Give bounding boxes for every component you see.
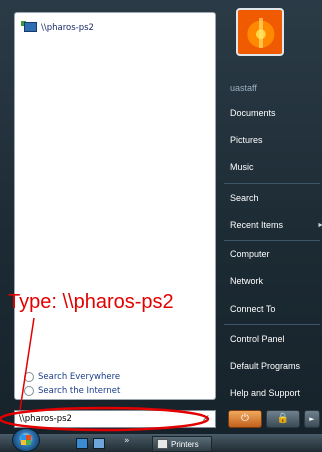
- start-search-box: ×: [14, 410, 216, 428]
- menu-item-recent-items-label: Recent Items: [230, 220, 284, 230]
- search-result-item[interactable]: \\pharos-ps2: [21, 19, 209, 37]
- menu-item-help-support[interactable]: Help and Support: [230, 383, 320, 403]
- separator: [224, 324, 320, 325]
- search-icon: [24, 386, 34, 396]
- menu-item-control-panel[interactable]: Control Panel: [230, 329, 320, 349]
- menu-item-network[interactable]: Network: [230, 271, 320, 291]
- start-button[interactable]: [12, 428, 40, 452]
- lock-button[interactable]: 🔒: [266, 410, 300, 428]
- search-icon: [24, 372, 34, 382]
- user-avatar[interactable]: [236, 8, 284, 56]
- taskbar-item-printers[interactable]: Printers: [152, 436, 212, 452]
- network-printer-icon: [21, 21, 37, 35]
- user-name-link[interactable]: uastaff: [230, 78, 320, 98]
- start-search-input[interactable]: [19, 412, 195, 426]
- show-desktop-icon[interactable]: [76, 438, 88, 449]
- start-menu: \\pharos-ps2 Search Everywhere Search th…: [0, 0, 322, 452]
- power-button[interactable]: ⏻: [228, 410, 262, 428]
- search-links: Search Everywhere Search the Internet: [24, 370, 120, 398]
- search-everywhere-label: Search Everywhere: [38, 372, 121, 382]
- printers-icon: [157, 439, 168, 449]
- menu-item-default-programs[interactable]: Default Programs: [230, 356, 320, 376]
- separator: [224, 240, 320, 241]
- search-internet-link[interactable]: Search the Internet: [24, 384, 120, 398]
- menu-item-connect-to[interactable]: Connect To: [230, 299, 320, 319]
- search-result-label: \\pharos-ps2: [41, 23, 94, 33]
- menu-item-recent-items[interactable]: Recent Items ►: [230, 215, 322, 235]
- menu-item-computer[interactable]: Computer: [230, 244, 320, 264]
- windows-logo-icon: [21, 435, 31, 445]
- search-everywhere-link[interactable]: Search Everywhere: [24, 370, 120, 384]
- menu-item-search[interactable]: Search: [230, 188, 320, 208]
- separator: [224, 183, 320, 184]
- annotation-text: Type: \\pharos-ps2: [8, 291, 174, 313]
- submenu-arrow-icon: ►: [317, 221, 322, 229]
- menu-item-documents[interactable]: Documents: [230, 103, 320, 123]
- search-internet-label: Search the Internet: [38, 386, 121, 396]
- quick-launch-chevron-icon[interactable]: »: [124, 436, 130, 446]
- menu-item-pictures[interactable]: Pictures: [230, 130, 320, 150]
- menu-item-music[interactable]: Music: [230, 157, 320, 177]
- clear-search-icon[interactable]: ×: [202, 412, 210, 426]
- shutdown-options-button[interactable]: ►: [304, 410, 320, 428]
- programs-pane: \\pharos-ps2: [14, 12, 216, 400]
- switch-windows-icon[interactable]: [93, 438, 105, 449]
- taskbar-item-label: Printers: [171, 439, 199, 449]
